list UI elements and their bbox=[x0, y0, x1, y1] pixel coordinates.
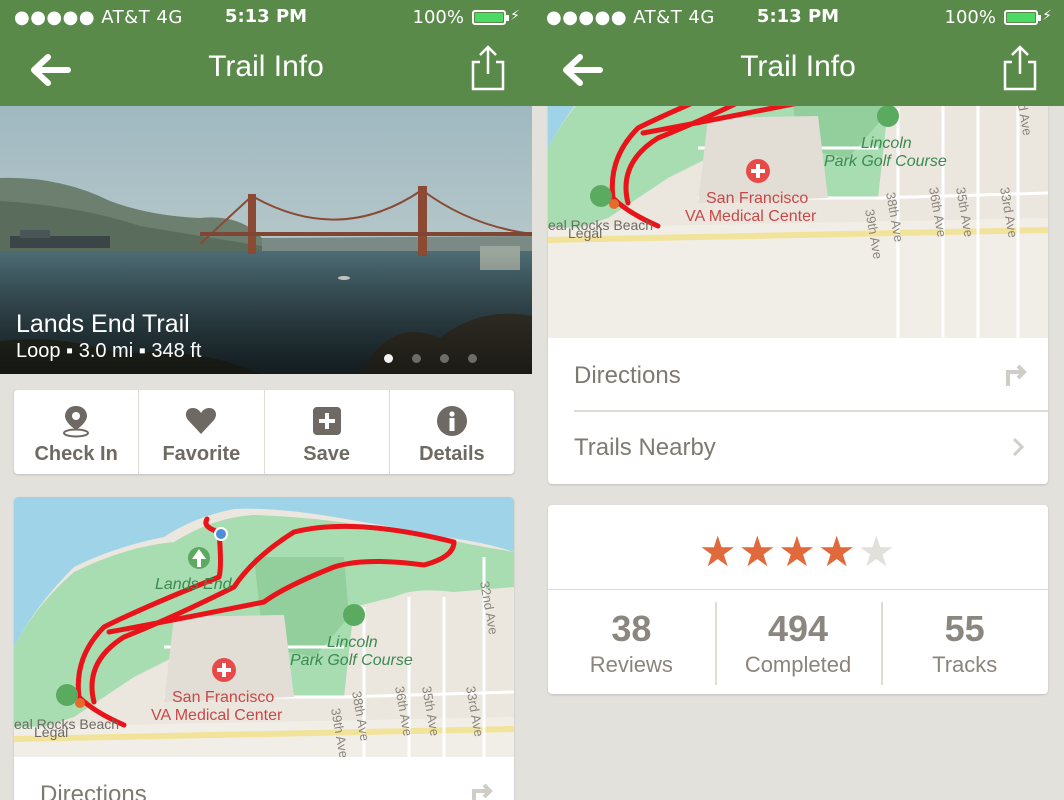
page-title: Trail Info bbox=[208, 50, 324, 83]
trail-name: Lands End Trail bbox=[16, 310, 190, 338]
favorite-label: Favorite bbox=[162, 443, 241, 465]
reviews-label: Reviews bbox=[589, 652, 673, 677]
map-label-lincoln: Lincoln bbox=[327, 634, 378, 651]
map-label-lincoln: Lincoln bbox=[861, 135, 912, 152]
page-title: Trail Info bbox=[740, 50, 856, 83]
tracks-stat[interactable]: 55 Tracks bbox=[881, 590, 1048, 694]
action-bar: Check In Favorite Save Details bbox=[14, 390, 514, 474]
nav-bar: Trail Info bbox=[532, 34, 1064, 106]
battery-percent: 100% bbox=[412, 7, 464, 28]
share-icon[interactable] bbox=[1002, 44, 1038, 92]
directions-label: Directions bbox=[574, 362, 681, 389]
reviews-stat[interactable]: 38 Reviews bbox=[548, 590, 715, 694]
battery-percent: 100% bbox=[944, 7, 996, 28]
check-in-button[interactable]: Check In bbox=[14, 390, 140, 474]
map-legal-link[interactable]: Legal bbox=[34, 724, 68, 740]
share-icon[interactable] bbox=[470, 44, 506, 92]
trail-meta: Loop ▪ 3.0 mi ▪ 348 ft bbox=[16, 340, 202, 362]
charging-icon: ⚡ bbox=[510, 8, 520, 24]
map-graphic: Lands End Lincoln Park Golf Course San F… bbox=[548, 76, 1048, 338]
battery-icon bbox=[472, 10, 509, 25]
heart-icon bbox=[186, 408, 217, 434]
nav-bar: Trail Info bbox=[0, 34, 532, 106]
turn-right-icon bbox=[472, 783, 493, 800]
map-legal-link[interactable]: Legal bbox=[568, 225, 602, 241]
page-dot[interactable] bbox=[412, 354, 421, 363]
completed-stat[interactable]: 494 Completed bbox=[714, 590, 882, 694]
rating-card: ★★★★★ 38 Reviews 494 Completed 55 Tracks bbox=[548, 505, 1048, 694]
save-label: Save bbox=[303, 443, 350, 465]
trail-map[interactable]: Lands End Lincoln Park Golf Course San F… bbox=[548, 76, 1048, 338]
chevron-right-icon bbox=[1012, 437, 1025, 457]
directions-row[interactable]: Directions bbox=[14, 759, 514, 800]
map-label-lands-end: Lands End bbox=[155, 576, 233, 593]
location-pin-icon bbox=[63, 406, 90, 438]
page-dot[interactable] bbox=[468, 354, 477, 363]
map-label-va: VA Medical Center bbox=[151, 707, 283, 724]
screen-left: ●●●●● AT&T 4G 5:13 PM 100% ⚡ Trail Info bbox=[0, 0, 532, 800]
map-label-sf: San Francisco bbox=[172, 689, 274, 706]
star-icon[interactable]: ★ bbox=[818, 527, 858, 576]
status-bar: ●●●●● AT&T 4G 5:13 PM 100% ⚡ bbox=[532, 0, 1064, 34]
map-label-sf: San Francisco bbox=[706, 190, 808, 207]
favorite-button[interactable]: Favorite bbox=[139, 390, 265, 474]
trail-photo[interactable]: Lands End Trail Loop ▪ 3.0 mi ▪ 348 ft bbox=[0, 106, 532, 374]
tracks-label: Tracks bbox=[932, 652, 998, 677]
directions-label: Directions bbox=[40, 781, 147, 800]
star-icon[interactable]: ★ bbox=[739, 527, 779, 576]
charging-icon: ⚡ bbox=[1042, 8, 1052, 24]
info-icon bbox=[436, 406, 467, 436]
map-label-golf: Park Golf Course bbox=[290, 652, 413, 669]
map-card: Lands End Lincoln Park Golf Course San F… bbox=[14, 497, 514, 800]
check-in-label: Check In bbox=[34, 443, 118, 465]
save-button[interactable]: Save bbox=[265, 390, 390, 474]
star-icon[interactable]: ★ bbox=[699, 527, 739, 576]
stats-row: 38 Reviews 494 Completed 55 Tracks bbox=[548, 589, 1048, 694]
page-dot[interactable] bbox=[440, 354, 449, 363]
trail-map[interactable]: Lands End Lincoln Park Golf Course San F… bbox=[14, 497, 514, 759]
battery-icon bbox=[1004, 10, 1041, 25]
details-button[interactable]: Details bbox=[390, 390, 514, 474]
star-icon[interactable]: ★ bbox=[857, 527, 897, 576]
status-bar: ●●●●● AT&T 4G 5:13 PM 100% ⚡ bbox=[0, 0, 532, 34]
photo-page-indicator[interactable] bbox=[384, 348, 496, 367]
details-label: Details bbox=[419, 443, 485, 465]
screen-right: ●●●●● AT&T 4G 5:13 PM 100% ⚡ Trail Info bbox=[532, 0, 1064, 800]
tracks-count: 55 bbox=[944, 608, 985, 649]
page-dot[interactable] bbox=[384, 354, 393, 363]
star-rating[interactable]: ★★★★★ bbox=[548, 527, 1048, 576]
map-card: Lands End Lincoln Park Golf Course San F… bbox=[548, 76, 1048, 484]
map-graphic: Lands End Lincoln Park Golf Course San F… bbox=[14, 497, 514, 759]
turn-right-icon bbox=[1006, 364, 1027, 386]
directions-row[interactable]: Directions bbox=[548, 340, 1048, 412]
completed-label: Completed bbox=[744, 652, 852, 677]
trails-nearby-label: Trails Nearby bbox=[574, 434, 716, 461]
star-icon[interactable]: ★ bbox=[778, 527, 818, 576]
completed-count: 494 bbox=[767, 608, 829, 649]
map-label-golf: Park Golf Course bbox=[824, 153, 947, 170]
plus-box-icon bbox=[312, 407, 341, 435]
trails-nearby-row[interactable]: Trails Nearby bbox=[548, 412, 1048, 484]
map-label-va: VA Medical Center bbox=[685, 208, 817, 225]
reviews-count: 38 bbox=[611, 608, 652, 649]
